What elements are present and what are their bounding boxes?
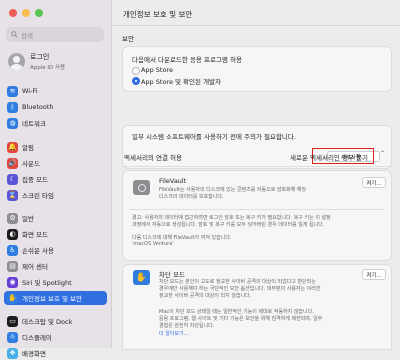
sidebar-item-label: 손쉬운 사용: [22, 247, 54, 255]
gear-icon: ⚙: [7, 212, 18, 224]
sidebar-item-siri[interactable]: ◉ Siri 및 Spotlight: [4, 275, 107, 289]
section-divider: [122, 166, 390, 167]
search-placeholder: 검색: [21, 31, 33, 40]
sidebar-item-speaker[interactable]: 🔊 사운드: [4, 156, 107, 170]
search-input[interactable]: 검색: [6, 27, 104, 42]
sidebar-item-label: 일반: [22, 215, 34, 223]
lockdown-turn-on-button[interactable]: 켜기...: [362, 269, 386, 280]
sidebar-item-label: Wi-Fi: [22, 87, 38, 95]
close-window-button[interactable]: [9, 9, 17, 17]
sidebar-item-bluetooth[interactable]: ᛒ Bluetooth: [4, 100, 107, 114]
radio-app-store[interactable]: [132, 67, 140, 75]
bell-icon: 🔔: [7, 141, 18, 153]
sidebar-item-wallpaper[interactable]: ❖ 배경화면: [4, 346, 107, 360]
hourglass-icon: ⌛: [7, 189, 18, 201]
sidebar-item-label: 데스크탑 및 Dock: [22, 318, 73, 326]
sidebar-item-moon[interactable]: ☾ 집중 모드: [4, 172, 107, 186]
window-controls: [9, 9, 43, 17]
filevault-turn-on-button[interactable]: 켜기...: [362, 177, 386, 188]
chevron-up-down-icon: ⌃: [380, 150, 386, 157]
network-icon: ◍: [7, 117, 18, 129]
control-center-icon: ▤: [7, 260, 18, 272]
sidebar: 검색 로그인 Apple ID 사용 ≋ Wi-Fi ᛒ Bluetooth ◍ 네트워크…: [0, 0, 112, 359]
lockdown-detail-2: 응용 프로그램, 웹 사이트 및 기타 기능은 보안을 위해 엄격하게 제한되며…: [159, 316, 323, 322]
display-icon: ☼: [7, 331, 18, 343]
sidebar-item-label: 알림: [22, 144, 34, 152]
filevault-warning-2: 과정에서 자동으로 생성됩니다. 암호 및 복구 키를 모두 잊어버린 경우 데…: [132, 222, 325, 228]
wifi-icon: ≋: [7, 85, 18, 97]
title-divider: [112, 25, 400, 26]
sidebar-item-network[interactable]: ◍ 네트워크: [4, 116, 107, 130]
sidebar-item-label: 집중 모드: [22, 176, 48, 184]
sidebar-item-hand[interactable]: ✋ 개인정보 보호 및 보안: [4, 291, 107, 305]
lockdown-description-3: 정교한 사이버 공격의 대상이 되지 않습니다.: [159, 293, 252, 299]
sidebar-item-bell[interactable]: 🔔 알림: [4, 140, 107, 154]
sidebar-item-dock[interactable]: ▭ 데스크탑 및 Dock: [4, 314, 107, 328]
lockdown-detail-1: Mac이 차단 모드 상태일 때는 일반적인 기능이 제대로 작동하지 않습니다…: [159, 309, 314, 315]
lockdown-detail-3: 경험은 완전히 차단됩니다.: [159, 323, 215, 329]
allow-apps-label: 다음에서 다운로드한 응용 프로그램 허용: [132, 56, 242, 64]
zoom-window-button[interactable]: [35, 9, 43, 17]
filevault-icon: [133, 180, 150, 195]
option-app-store-label: App Store: [141, 66, 173, 74]
sidebar-item-label: 네트워크: [22, 120, 46, 128]
page-title: 개인정보 보호 및 보안: [123, 10, 193, 19]
sidebar-item-label: 사운드: [22, 160, 40, 168]
radio-identified-developers[interactable]: [132, 77, 140, 85]
sidebar-item-display[interactable]: ☼ 디스플레이: [4, 330, 107, 344]
sidebar-item-label: 개인정보 보호 및 보안: [22, 295, 83, 303]
filevault-divider: [129, 209, 385, 210]
filevault-description-1: FileVault는 사용자의 디스크에 있는 콘텐츠를 자동으로 암호화해 해…: [159, 187, 307, 193]
sidebar-item-control-center[interactable]: ▤ 제어 센터: [4, 259, 107, 273]
apple-id-account[interactable]: 로그인 Apple ID 사용: [8, 52, 65, 71]
sidebar-item-appearance[interactable]: ◐ 화면 모드: [4, 227, 107, 241]
sidebar-item-label: Siri 및 Spotlight: [22, 279, 72, 287]
sidebar-item-accessibility[interactable]: ♿ 손쉬운 사용: [4, 243, 107, 257]
hand-icon: ✋: [7, 292, 18, 304]
filevault-title: FileVault: [159, 177, 187, 185]
sidebar-item-label: 디스플레이: [22, 334, 52, 342]
filevault-disk-name: 'macOS Ventura': [132, 241, 174, 247]
appearance-icon: ◐: [7, 228, 18, 240]
bluetooth-icon: ᛒ: [7, 101, 18, 113]
siri-icon: ◉: [7, 276, 18, 288]
minimize-window-button[interactable]: [22, 9, 30, 17]
sidebar-item-gear[interactable]: ⚙ 일반: [4, 211, 107, 225]
sidebar-item-label: 제어 센터: [22, 263, 48, 271]
allow-apps-card: 다음에서 다운로드한 응용 프로그램 허용 App Store App Stor…: [122, 46, 392, 92]
sidebar-item-label: 화면 모드: [22, 231, 48, 239]
lockdown-description-2: 경우에만 사용해야 하는 극단적인 보안 옵션입니다. 대부분의 사용자는 이러…: [159, 286, 321, 292]
lockdown-description-1: 차단 모드는 본인이 고도로 정교한 사이버 공격의 대상이 되었다고 판단되는: [159, 279, 316, 285]
accessory-value: 새로운 액세서리인 경우 묻기: [290, 154, 368, 162]
main-pane: 개인정보 보호 및 보안 보안 다음에서 다운로드한 응용 프로그램 허용 Ap…: [112, 0, 400, 350]
account-subtitle: Apple ID 사용: [30, 65, 66, 71]
learn-more-link[interactable]: 더 알아보기...: [159, 330, 188, 337]
account-name: 로그인: [30, 53, 50, 61]
filevault-disk-status: 다음 디스크에 대해 FileVault가 꺼져 있습니다.: [132, 235, 232, 241]
security-heading: 보안: [122, 35, 134, 43]
accessory-label: 액세서리의 연결 허용: [124, 154, 182, 162]
sidebar-item-wifi[interactable]: ≋ Wi-Fi: [4, 84, 107, 98]
speaker-icon: 🔊: [7, 157, 18, 169]
sidebar-item-hourglass[interactable]: ⌛ 스크린 타임: [4, 188, 107, 202]
accessibility-icon: ♿: [7, 244, 18, 256]
lockdown-card: ✋ 차단 모드 켜기... 차단 모드는 본인이 고도로 정교한 사이버 공격의…: [122, 264, 392, 350]
hand-icon: ✋: [133, 270, 150, 285]
sidebar-item-label: 배경화면: [22, 350, 46, 358]
search-icon: [11, 31, 18, 38]
filevault-warning-1: 경고: 사용자의 데이터에 접근하려면 로그인 암호 또는 복구 키가 필요합니…: [132, 215, 331, 221]
avatar: [8, 53, 25, 70]
option-identified-developers-label: App Store 및 확인된 개발자: [141, 78, 222, 86]
filevault-description-2: 디스크의 데이터를 보호합니다.: [159, 194, 224, 200]
moon-icon: ☾: [7, 173, 18, 185]
system-software-notice: 일부 시스템 소프트웨어를 사용하기 전에 주의가 필요합니다.: [132, 133, 296, 141]
sidebar-item-label: 스크린 타임: [22, 192, 54, 200]
dock-icon: ▭: [7, 315, 18, 327]
filevault-card: FileVault FileVault는 사용자의 디스크에 있는 콘텐츠를 자…: [122, 170, 392, 261]
wallpaper-icon: ❖: [7, 347, 18, 359]
sidebar-item-label: Bluetooth: [22, 103, 54, 111]
